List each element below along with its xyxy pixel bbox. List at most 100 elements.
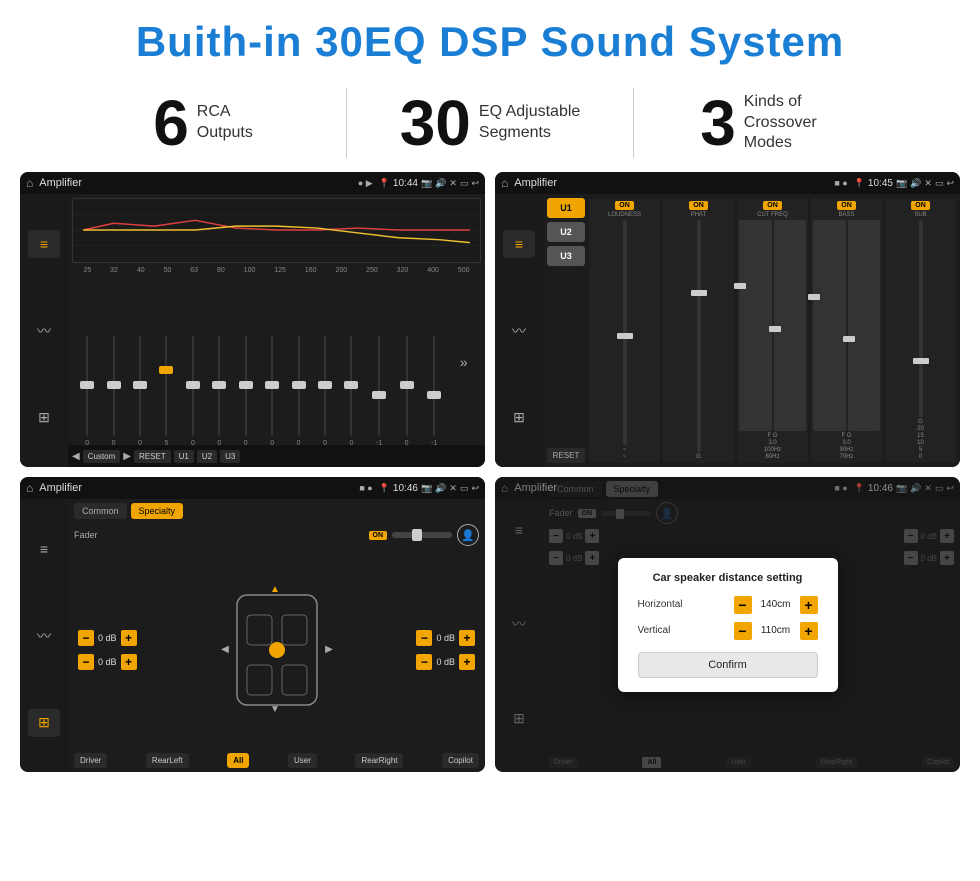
fader-plus-2[interactable]: +: [121, 654, 137, 670]
horizontal-plus[interactable]: +: [800, 596, 818, 614]
user-btn[interactable]: User: [288, 753, 317, 768]
eq-slider-10[interactable]: 0: [323, 277, 327, 447]
home-icon-2[interactable]: ⌂: [501, 176, 508, 190]
bass-slider-f[interactable]: [813, 220, 846, 431]
horizontal-minus[interactable]: −: [734, 596, 752, 614]
reset-btn-1[interactable]: RESET: [134, 450, 171, 463]
screen-amp: ⌂ Amplifier ■ ● 📍 10:45 📷 🔊 ✕ ▭ ↩ ≡ 〰 ⊞ …: [495, 172, 960, 467]
svg-text:◀: ◀: [221, 644, 229, 655]
vol-icon-1: 🔊: [435, 178, 446, 189]
dot-icon-2: ■ ●: [834, 178, 847, 188]
screen2-time: 10:45: [868, 178, 893, 189]
eq-content: ≡ 〰 ⊞ 2: [20, 194, 485, 467]
prev-icon[interactable]: ◀: [72, 451, 80, 462]
stat-crossover-number: 3: [700, 91, 736, 155]
eq-slider-2[interactable]: 0: [112, 277, 116, 447]
sub-slider[interactable]: [919, 220, 923, 417]
amp-sidebar-wave[interactable]: 〰: [503, 317, 535, 345]
u1-btn-1[interactable]: U1: [174, 450, 194, 463]
preset-u3[interactable]: U3: [547, 246, 585, 266]
tab-common[interactable]: Common: [74, 503, 127, 519]
amp-reset-btn[interactable]: RESET: [547, 448, 585, 463]
eq-slider-4[interactable]: 5: [165, 277, 169, 447]
x-icon-1: ✕: [449, 178, 457, 189]
fader-sidebar-vol[interactable]: ⊞: [28, 709, 60, 737]
eq-slider-13[interactable]: 0: [405, 277, 409, 447]
eq-graph: [72, 198, 481, 263]
svg-text:▼: ▼: [270, 704, 280, 715]
u3-btn-1[interactable]: U3: [220, 450, 240, 463]
fader-plus-4[interactable]: +: [459, 654, 475, 670]
u2-btn-1[interactable]: U2: [197, 450, 217, 463]
fader-slider-h[interactable]: [392, 532, 452, 538]
phat-slider[interactable]: [697, 220, 701, 452]
loudness-slider[interactable]: [623, 220, 627, 445]
eq-slider-12[interactable]: -1: [376, 277, 382, 447]
fader-minus-3[interactable]: −: [416, 630, 432, 646]
sub-on[interactable]: ON: [911, 201, 930, 210]
eq-slider-8[interactable]: 0: [270, 277, 274, 447]
profile-icon[interactable]: 👤: [457, 524, 479, 546]
eq-slider-1[interactable]: 0: [85, 277, 89, 447]
rearleft-btn[interactable]: RearLeft: [146, 753, 189, 768]
fader-minus-2[interactable]: −: [78, 654, 94, 670]
pin-icon-3: 📍: [379, 483, 390, 494]
stat-eq: 30 EQ AdjustableSegments: [347, 91, 633, 155]
custom-btn[interactable]: Custom: [83, 450, 121, 463]
expand-icon[interactable]: »: [460, 354, 468, 370]
fader-car-area: − 0 dB + − 0 dB +: [74, 551, 479, 748]
eq-slider-14[interactable]: -1: [431, 277, 437, 447]
amp-cutfreq: ON CUT FREQ F G 3.0: [737, 198, 808, 463]
x-icon-2: ✕: [924, 178, 932, 189]
fader-db-val-1: 0 dB: [98, 633, 117, 643]
all-btn[interactable]: All: [227, 753, 249, 768]
vertical-plus[interactable]: +: [800, 622, 818, 640]
dot-icon-3: ■ ●: [359, 483, 372, 493]
next-icon[interactable]: ▶: [123, 451, 131, 462]
dialog-title: Car speaker distance setting: [638, 572, 818, 584]
tab-specialty[interactable]: Specialty: [131, 503, 184, 519]
confirm-button[interactable]: Confirm: [638, 652, 818, 678]
vertical-minus[interactable]: −: [734, 622, 752, 640]
eq-sidebar-eq[interactable]: ≡: [28, 230, 60, 258]
eq-sidebar-vol[interactable]: ⊞: [28, 404, 60, 432]
screen2-title: Amplifier: [514, 177, 828, 189]
eq-slider-5[interactable]: 0: [191, 277, 195, 447]
loudness-on[interactable]: ON: [615, 201, 634, 210]
fader-sidebar-wave[interactable]: 〰: [28, 622, 60, 650]
screen3-time: 10:46: [393, 483, 418, 494]
bass-slider-g[interactable]: [848, 220, 881, 431]
preset-u2[interactable]: U2: [547, 222, 585, 242]
eq-slider-3[interactable]: 0: [138, 277, 142, 447]
vol-icon-2: 🔊: [910, 178, 921, 189]
eq-slider-6[interactable]: 0: [217, 277, 221, 447]
screen-fader: ⌂ Amplifier ■ ● 📍 10:46 📷 🔊 ✕ ▭ ↩ ≡ 〰 ⊞ …: [20, 477, 485, 772]
rearright-btn[interactable]: RearRight: [355, 753, 403, 768]
bass-on[interactable]: ON: [837, 201, 856, 210]
fader-plus-1[interactable]: +: [121, 630, 137, 646]
dialog-vertical-row: Vertical − 110cm +: [638, 622, 818, 640]
cutfreq-slider-g[interactable]: [774, 220, 807, 431]
cutfreq-slider-f[interactable]: [739, 220, 772, 431]
home-icon-1[interactable]: ⌂: [26, 176, 33, 190]
driver-btn[interactable]: Driver: [74, 753, 107, 768]
fader-plus-3[interactable]: +: [459, 630, 475, 646]
fader-on-badge[interactable]: ON: [369, 531, 388, 540]
amp-sidebar-vol[interactable]: ⊞: [503, 404, 535, 432]
home-icon-3[interactable]: ⌂: [26, 481, 33, 495]
fader-sidebar-eq[interactable]: ≡: [28, 535, 60, 563]
fader-minus-1[interactable]: −: [78, 630, 94, 646]
cutfreq-on[interactable]: ON: [763, 201, 782, 210]
eq-sidebar-wave[interactable]: 〰: [28, 317, 60, 345]
preset-u1[interactable]: U1: [547, 198, 585, 218]
cutfreq-label: CUT FREQ: [757, 212, 788, 218]
eq-slider-11[interactable]: 0: [349, 277, 353, 447]
copilot-btn[interactable]: Copilot: [442, 753, 479, 768]
eq-slider-9[interactable]: 0: [297, 277, 301, 447]
loudness-label: LOUDNESS: [608, 212, 641, 218]
amp-sidebar-eq[interactable]: ≡: [503, 230, 535, 258]
phat-on[interactable]: ON: [689, 201, 708, 210]
fader-minus-4[interactable]: −: [416, 654, 432, 670]
cam-icon-1: 📷: [421, 178, 432, 189]
eq-slider-7[interactable]: 0: [244, 277, 248, 447]
